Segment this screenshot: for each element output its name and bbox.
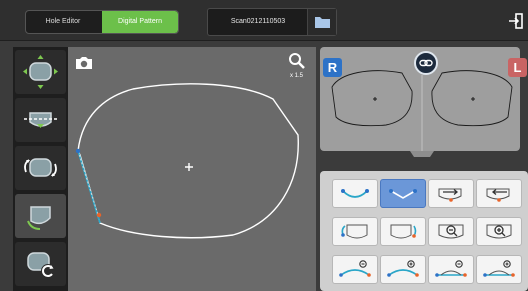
arrow-left-icon xyxy=(486,188,510,202)
lens-outline[interactable] xyxy=(68,47,316,291)
grow-height-button[interactable] xyxy=(476,255,522,284)
shrink-bottom-icon xyxy=(339,260,371,277)
move-point-left-button[interactable] xyxy=(476,179,522,208)
move-lens-icon xyxy=(23,55,58,89)
zoom-out-lens-icon xyxy=(438,224,464,239)
lens-preview-panel: R L xyxy=(320,47,527,157)
curve-convex-button[interactable] xyxy=(332,179,378,208)
tool-sidebar xyxy=(13,47,68,291)
right-panel: R L xyxy=(320,47,528,291)
pattern-canvas[interactable]: x 1.5 xyxy=(68,47,316,291)
tab-hole-editor[interactable]: Hole Editor xyxy=(26,11,100,33)
move-lens-button[interactable] xyxy=(15,50,66,94)
move-point-right-button[interactable] xyxy=(428,179,474,208)
arrow-right-icon xyxy=(438,188,462,202)
rotate-left-lens-button[interactable] xyxy=(332,217,378,246)
curve-convex-icon xyxy=(341,189,369,198)
shrink-height-icon xyxy=(435,260,467,277)
grow-bottom-icon xyxy=(387,260,419,277)
mode-segmented-control: Hole Editor Digital Pattern xyxy=(25,10,179,34)
edit-shape-icon xyxy=(27,206,51,230)
reset-shape-icon xyxy=(27,252,55,278)
horizontal-axis-icon xyxy=(24,112,57,128)
chain-link-icon xyxy=(419,59,433,67)
folder-icon xyxy=(315,17,330,28)
curve-concave-button[interactable] xyxy=(380,179,426,208)
shape-tools-panel xyxy=(320,171,528,291)
top-bar: Hole Editor Digital Pattern Scan02121105… xyxy=(0,0,528,41)
scan-name[interactable]: Scan0212110503 xyxy=(208,9,308,35)
rotate-left-lens-icon xyxy=(341,224,368,239)
shrink-height-button[interactable] xyxy=(428,255,474,284)
curve-concave-icon xyxy=(389,189,417,199)
flip-lens-icon xyxy=(390,224,417,239)
grow-height-icon xyxy=(483,260,515,277)
rotate-lens-button[interactable] xyxy=(15,146,66,190)
exit-icon[interactable] xyxy=(508,13,524,29)
tab-digital-pattern[interactable]: Digital Pattern xyxy=(102,11,178,33)
zoom-in-lens-icon xyxy=(486,224,512,239)
flip-lens-button[interactable] xyxy=(380,217,426,246)
horizontal-axis-button[interactable] xyxy=(15,98,66,142)
grow-bottom-button[interactable] xyxy=(380,255,426,284)
zoom-out-lens-button[interactable] xyxy=(428,217,474,246)
rotate-lens-icon xyxy=(24,158,57,177)
edit-shape-button[interactable] xyxy=(15,194,66,238)
bridge-link-button[interactable] xyxy=(414,51,438,75)
scan-selector: Scan0212110503 xyxy=(207,8,337,36)
open-folder-button[interactable] xyxy=(307,9,336,35)
zoom-in-lens-button[interactable] xyxy=(476,217,522,246)
shrink-bottom-button[interactable] xyxy=(332,255,378,284)
reset-shape-button[interactable] xyxy=(15,242,66,286)
